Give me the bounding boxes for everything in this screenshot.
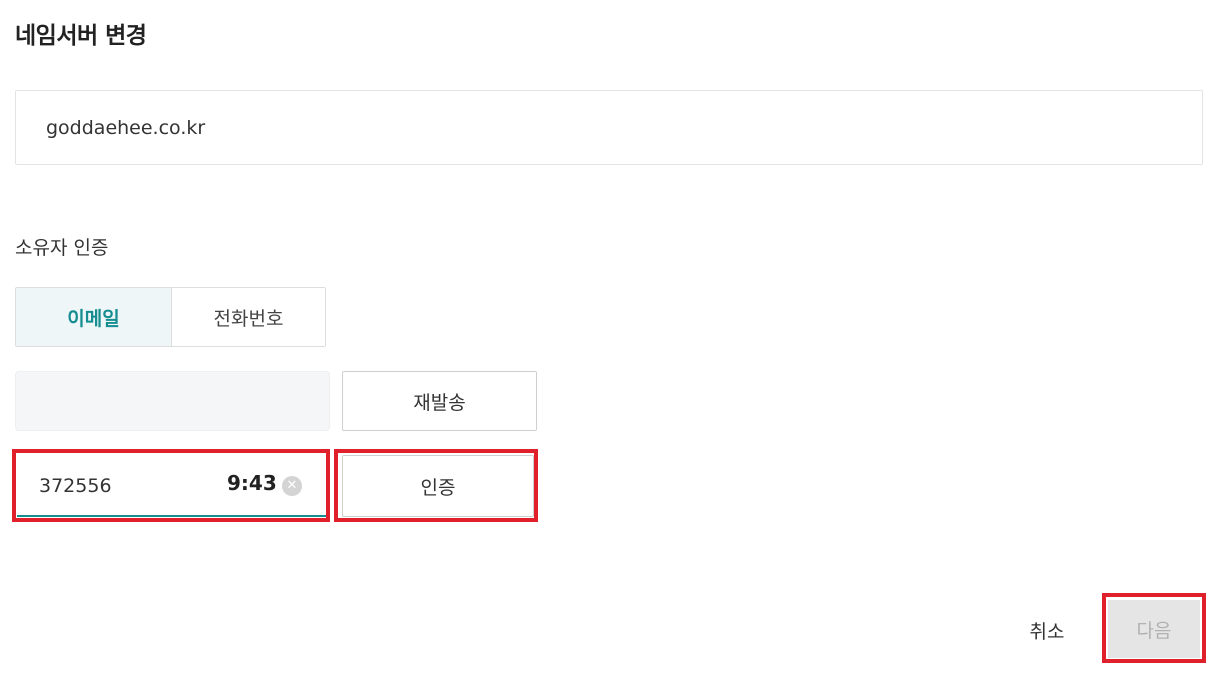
countdown-timer: 9:43 bbox=[227, 471, 277, 495]
verify-button[interactable]: 인증 bbox=[342, 455, 534, 517]
email-input[interactable] bbox=[15, 371, 330, 431]
verification-code-value: 372556 bbox=[39, 475, 112, 497]
verification-code-input[interactable]: 372556 9:43 ✕ bbox=[17, 455, 326, 517]
verification-method-tabs: 이메일 전화번호 bbox=[15, 287, 326, 347]
cancel-button[interactable]: 취소 bbox=[1008, 610, 1086, 650]
tab-email[interactable]: 이메일 bbox=[16, 288, 172, 346]
clear-icon[interactable]: ✕ bbox=[282, 476, 302, 496]
tab-phone[interactable]: 전화번호 bbox=[172, 288, 325, 346]
page-title: 네임서버 변경 bbox=[15, 23, 147, 49]
resend-button[interactable]: 재발송 bbox=[342, 371, 537, 431]
next-button[interactable]: 다음 bbox=[1108, 600, 1200, 658]
owner-verification-label: 소유자 인증 bbox=[15, 237, 109, 259]
domain-field: goddaehee.co.kr bbox=[15, 90, 1203, 165]
